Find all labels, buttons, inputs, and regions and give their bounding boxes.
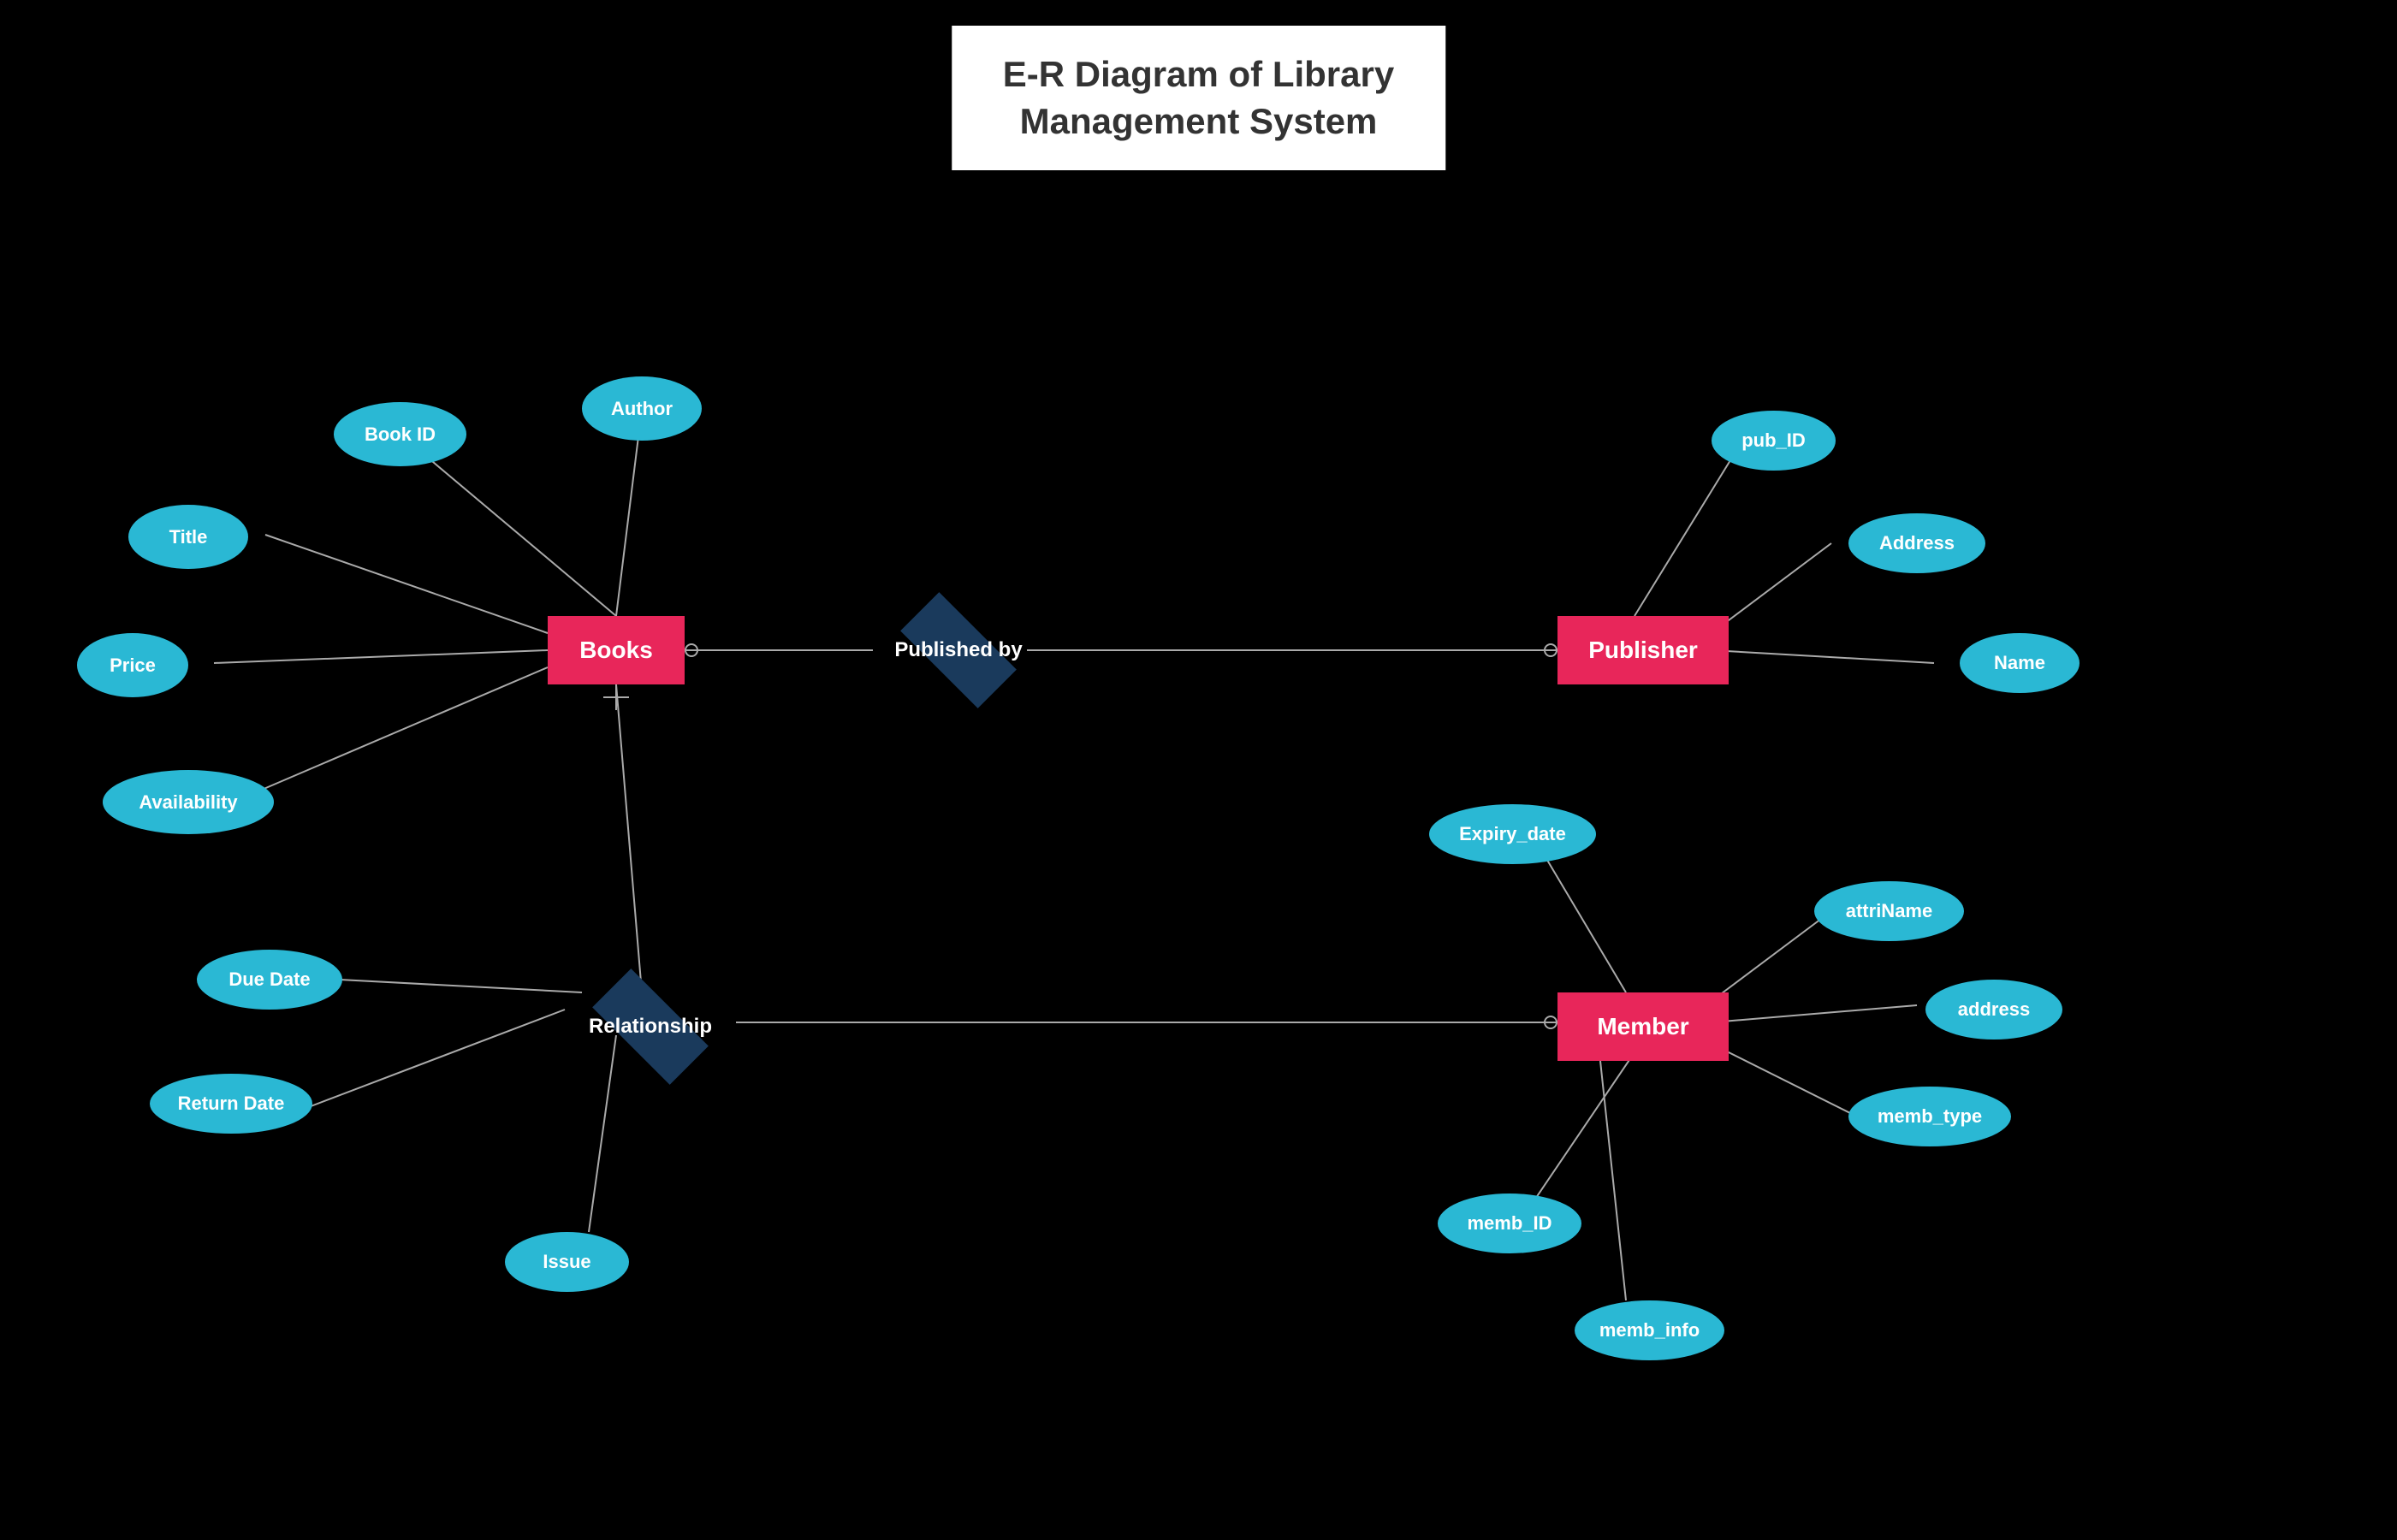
attribute-name: Name [1960,633,2080,693]
attribute-expiry-date: Expiry_date [1429,804,1596,864]
attribute-address-mem: address [1925,980,2062,1040]
diagram-title: E-R Diagram of Library Management System [1003,51,1394,145]
attribute-due-date: Due Date [197,950,342,1010]
entity-books: Books [548,616,685,684]
attribute-availability: Availability [103,770,274,834]
attribute-return-date: Return Date [150,1074,312,1134]
attribute-memb-info: memb_info [1575,1300,1724,1360]
attribute-book-id: Book ID [334,402,466,466]
relationship-main: Relationship [565,984,736,1069]
attribute-price: Price [77,633,188,697]
attribute-issue: Issue [505,1232,629,1292]
relationship-published-by: Published by [873,607,1044,693]
attribute-memb-id: memb_ID [1438,1194,1581,1253]
attribute-title: Title [128,505,248,569]
diagram-lines [0,0,2397,1540]
entity-publisher: Publisher [1557,616,1729,684]
attribute-address-pub: Address [1848,513,1985,573]
entity-member: Member [1557,992,1729,1061]
attribute-pub-id: pub_ID [1712,411,1836,471]
title-box: E-R Diagram of Library Management System [952,26,1445,170]
attribute-memb-type: memb_type [1848,1087,2011,1146]
attribute-attri-name: attriName [1814,881,1964,941]
attribute-author: Author [582,376,702,441]
